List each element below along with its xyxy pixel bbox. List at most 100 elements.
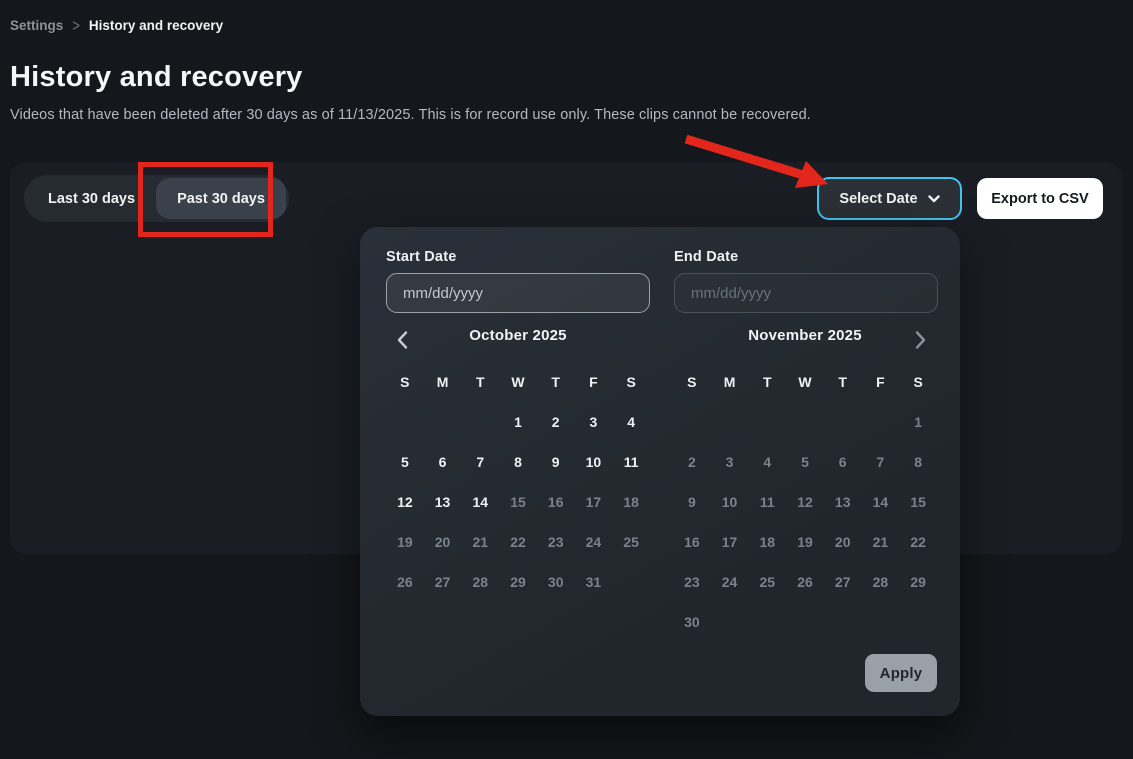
day-of-week-header: F xyxy=(862,362,900,402)
calendar-empty-cell xyxy=(748,602,786,642)
start-date-input[interactable] xyxy=(386,273,650,313)
calendar-day-cell: 24 xyxy=(711,562,749,602)
segment-past-30-days[interactable]: Past 30 days xyxy=(156,178,286,219)
day-of-week-header: T xyxy=(824,362,862,402)
calendar-day-cell: 9 xyxy=(673,482,711,522)
export-to-csv-button[interactable]: Export to CSV xyxy=(977,178,1103,219)
calendar-empty-cell xyxy=(673,402,711,442)
calendar-day-cell: 16 xyxy=(537,482,575,522)
calendar-day-cell: 20 xyxy=(824,522,862,562)
calendar-day-cell[interactable]: 14 xyxy=(461,482,499,522)
calendar-day-cell[interactable]: 6 xyxy=(424,442,462,482)
calendar-day-cell[interactable]: 2 xyxy=(537,402,575,442)
calendar-day-cell[interactable]: 10 xyxy=(575,442,613,482)
calendar-day-cell[interactable]: 3 xyxy=(575,402,613,442)
calendar-empty-cell xyxy=(461,402,499,442)
day-of-week-header: S xyxy=(386,362,424,402)
calendar-empty-cell xyxy=(786,602,824,642)
calendar-day-cell[interactable]: 5 xyxy=(386,442,424,482)
calendar-day-cell: 29 xyxy=(899,562,937,602)
calendar-day-cell: 2 xyxy=(673,442,711,482)
select-date-button[interactable]: Select Date xyxy=(817,177,962,220)
day-of-week-header: S xyxy=(899,362,937,402)
chevron-down-icon xyxy=(928,195,940,203)
breadcrumb-settings-link[interactable]: Settings xyxy=(10,18,63,33)
calendar-day-cell[interactable]: 13 xyxy=(424,482,462,522)
calendar-day-cell: 22 xyxy=(499,522,537,562)
calendar-empty-cell xyxy=(748,402,786,442)
apply-button[interactable]: Apply xyxy=(865,654,937,692)
calendar-day-cell[interactable]: 12 xyxy=(386,482,424,522)
calendar-day-cell: 21 xyxy=(862,522,900,562)
start-date-field: Start Date xyxy=(386,249,650,313)
calendar-empty-cell xyxy=(824,402,862,442)
day-of-week-header: S xyxy=(612,362,650,402)
calendar-day-cell: 15 xyxy=(899,482,937,522)
page-subtitle: Videos that have been deleted after 30 d… xyxy=(10,107,811,123)
end-date-input[interactable] xyxy=(674,273,938,313)
calendar-day-cell: 20 xyxy=(424,522,462,562)
calendar-day-cell[interactable]: 4 xyxy=(612,402,650,442)
calendar-day-cell[interactable]: 11 xyxy=(612,442,650,482)
calendar-day-cell: 3 xyxy=(711,442,749,482)
day-of-week-header: T xyxy=(537,362,575,402)
calendar-day-cell: 29 xyxy=(499,562,537,602)
calendar-month: October 2025SMTWTFS123456789101112131415… xyxy=(386,325,650,642)
calendar-empty-cell xyxy=(711,602,749,642)
day-of-week-header: T xyxy=(461,362,499,402)
calendar-day-cell[interactable]: 7 xyxy=(461,442,499,482)
end-date-field: End Date xyxy=(674,249,938,313)
breadcrumb-current: History and recovery xyxy=(89,18,223,33)
calendar-day-cell: 16 xyxy=(673,522,711,562)
date-picker-popup: Start Date End Date October 2025SMTWTFS1… xyxy=(360,227,960,716)
calendar-day-cell: 15 xyxy=(499,482,537,522)
day-of-week-header: W xyxy=(786,362,824,402)
calendar-day-cell: 27 xyxy=(424,562,462,602)
day-of-week-header: S xyxy=(673,362,711,402)
calendar-day-cell: 19 xyxy=(786,522,824,562)
calendar-day-cell: 12 xyxy=(786,482,824,522)
calendar-empty-cell xyxy=(899,602,937,642)
calendar-day-cell: 24 xyxy=(575,522,613,562)
segment-last-30-days[interactable]: Last 30 days xyxy=(27,178,156,219)
calendar-day-cell: 19 xyxy=(386,522,424,562)
calendar-months: October 2025SMTWTFS123456789101112131415… xyxy=(386,325,937,642)
calendar-day-cell: 10 xyxy=(711,482,749,522)
calendar-empty-cell xyxy=(386,402,424,442)
calendar-month-title: November 2025 xyxy=(673,325,937,347)
calendar-empty-cell xyxy=(862,402,900,442)
calendar-day-cell: 17 xyxy=(711,522,749,562)
calendar-day-cell[interactable]: 9 xyxy=(537,442,575,482)
end-date-label: End Date xyxy=(674,249,938,265)
select-date-label: Select Date xyxy=(839,191,917,207)
calendar-day-cell: 1 xyxy=(899,402,937,442)
calendar-day-cell: 26 xyxy=(786,562,824,602)
calendar-day-cell: 18 xyxy=(748,522,786,562)
calendar-day-cell: 25 xyxy=(748,562,786,602)
calendar-day-cell: 11 xyxy=(748,482,786,522)
calendar-empty-cell xyxy=(711,402,749,442)
calendar-empty-cell xyxy=(824,602,862,642)
day-of-week-header: M xyxy=(424,362,462,402)
calendar-day-cell: 26 xyxy=(386,562,424,602)
calendar-day-cell: 5 xyxy=(786,442,824,482)
calendar-day-cell: 7 xyxy=(862,442,900,482)
calendar-day-cell: 18 xyxy=(612,482,650,522)
calendar-empty-cell xyxy=(786,402,824,442)
calendar-day-cell: 30 xyxy=(673,602,711,642)
calendar-day-cell: 21 xyxy=(461,522,499,562)
start-date-label: Start Date xyxy=(386,249,650,265)
calendar-empty-cell xyxy=(612,562,650,602)
calendar-empty-cell xyxy=(424,402,462,442)
calendar-day-cell[interactable]: 1 xyxy=(499,402,537,442)
calendar-day-cell: 30 xyxy=(537,562,575,602)
calendar-day-cell: 28 xyxy=(461,562,499,602)
breadcrumb-separator-icon: > xyxy=(72,16,80,35)
calendar-day-cell: 28 xyxy=(862,562,900,602)
calendar-day-cell: 23 xyxy=(673,562,711,602)
calendar-day-cell[interactable]: 8 xyxy=(499,442,537,482)
calendar-day-cell: 6 xyxy=(824,442,862,482)
calendar-day-cell: 14 xyxy=(862,482,900,522)
calendar-day-cell: 31 xyxy=(575,562,613,602)
calendar-grid: SMTWTFS123456789101112131415161718192021… xyxy=(673,362,937,642)
